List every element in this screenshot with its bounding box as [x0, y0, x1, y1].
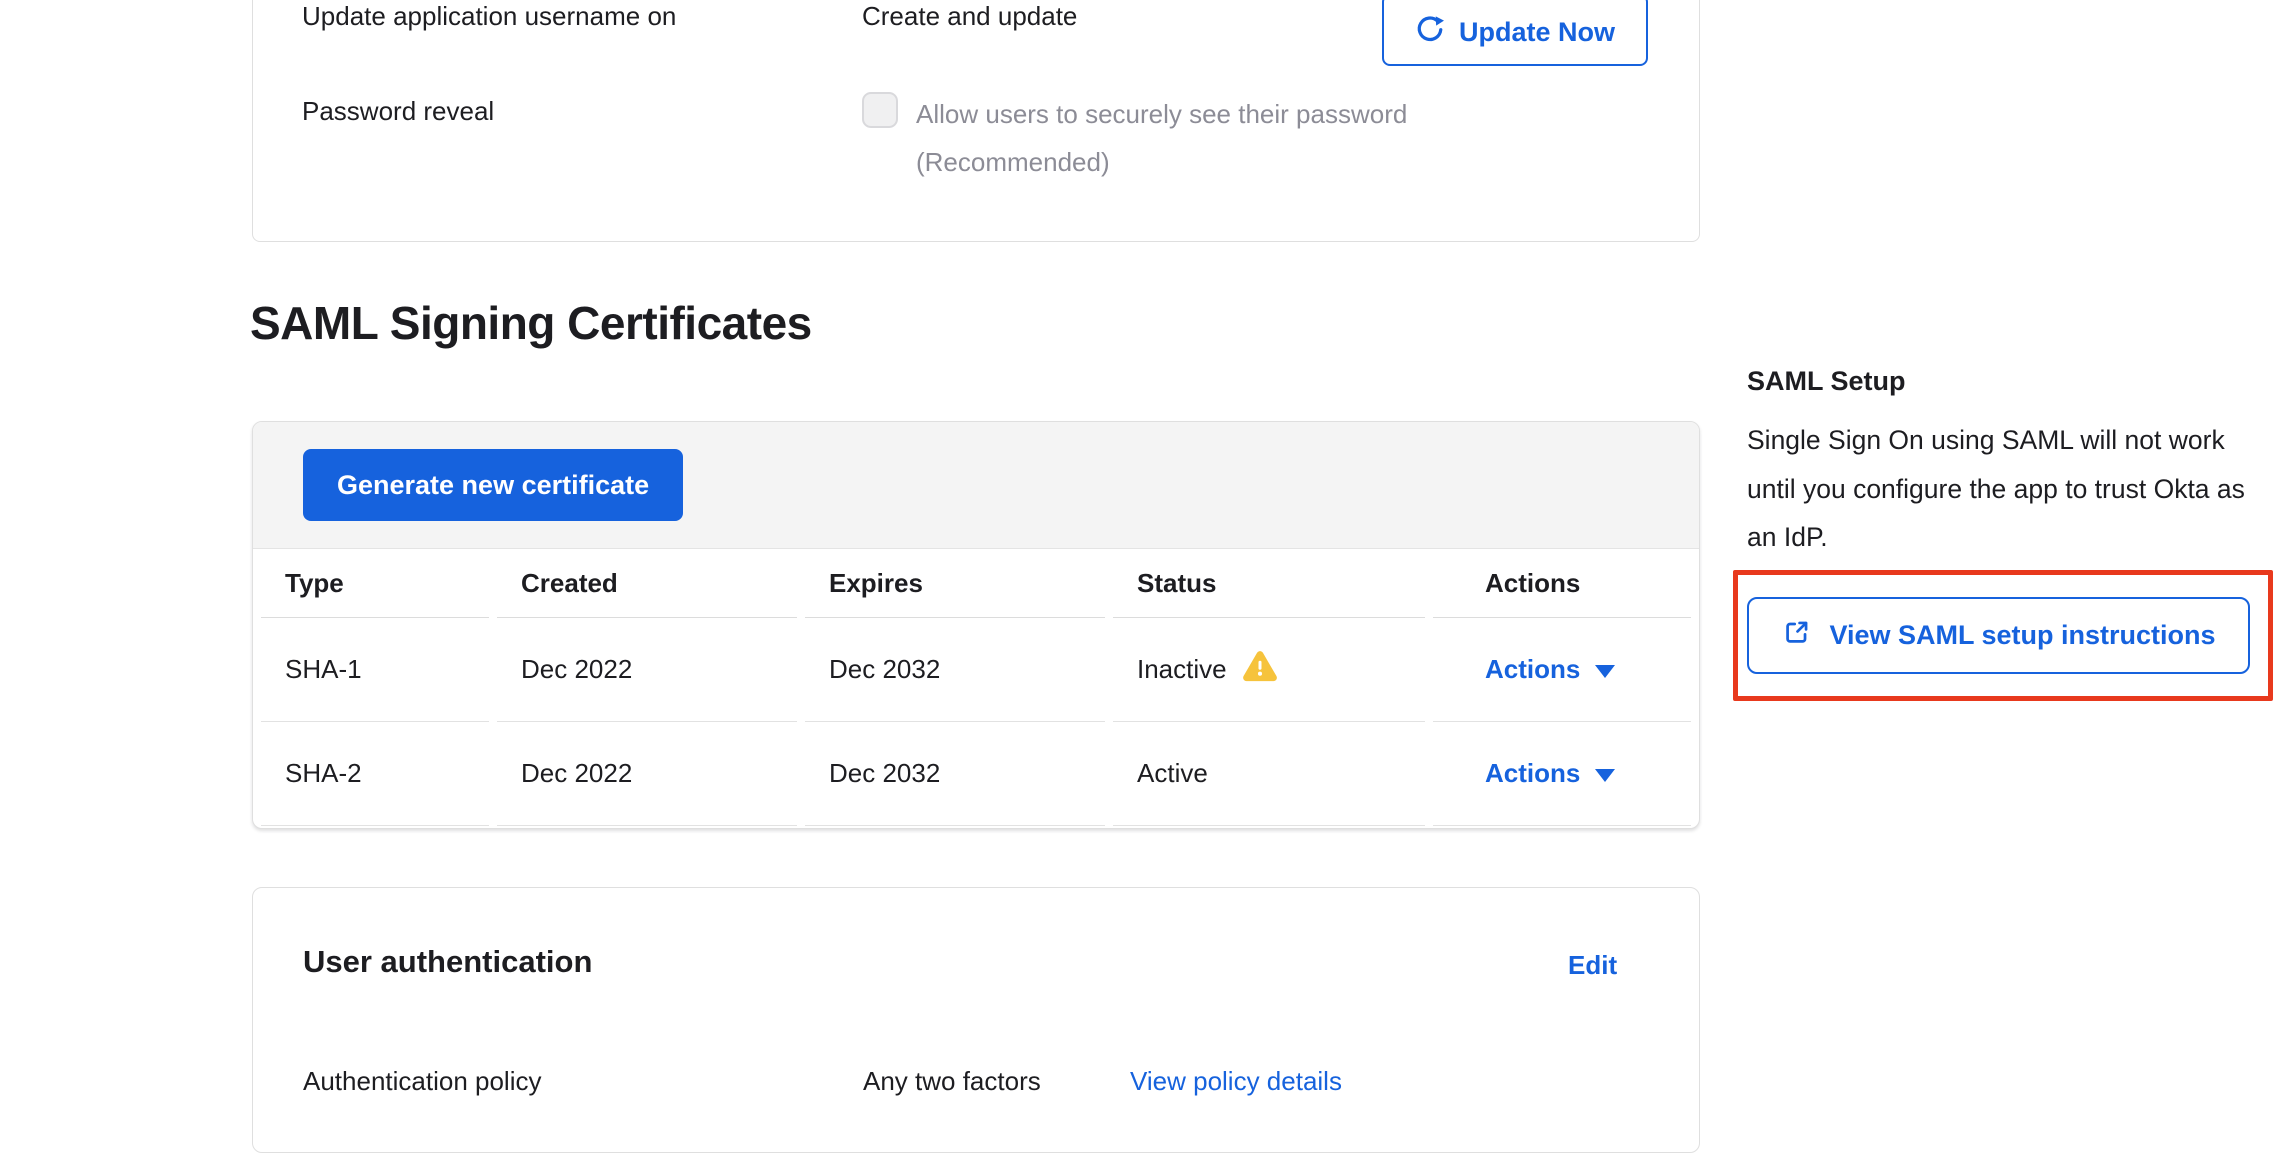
password-reveal-label: Password reveal [302, 96, 494, 127]
table-row: SHA-2 Dec 2022 Dec 2032 Active Actions [261, 722, 1691, 826]
certificates-card: Generate new certificate Type Created Ex… [252, 421, 1700, 829]
user-authentication-heading: User authentication [303, 944, 592, 980]
cert-status: Inactive [1113, 618, 1425, 722]
external-link-icon [1781, 617, 1812, 655]
actions-label: Actions [1485, 758, 1580, 789]
warning-icon [1242, 650, 1278, 690]
username-update-label: Update application username on [302, 1, 676, 32]
saml-setup-heading: SAML Setup [1747, 366, 1906, 397]
update-now-label: Update Now [1459, 17, 1615, 48]
cert-type: SHA-1 [261, 618, 489, 722]
col-header-actions: Actions [1433, 549, 1691, 618]
certificates-toolbar: Generate new certificate [253, 422, 1699, 549]
refresh-icon [1415, 14, 1445, 51]
status-text: Active [1137, 758, 1208, 789]
password-reveal-checkbox[interactable] [862, 92, 898, 128]
col-header-status: Status [1113, 549, 1425, 618]
authentication-policy-value: Any two factors [863, 1066, 1041, 1097]
status-text: Inactive [1137, 654, 1227, 685]
actions-dropdown[interactable]: Actions [1485, 758, 1615, 789]
view-saml-setup-label: View SAML setup instructions [1829, 620, 2215, 651]
saml-setup-description: Single Sign On using SAML will not work … [1747, 416, 2252, 562]
cert-type: SHA-2 [261, 722, 489, 826]
cert-expires: Dec 2032 [805, 722, 1105, 826]
edit-link[interactable]: Edit [1568, 950, 1617, 981]
table-row: SHA-1 Dec 2022 Dec 2032 Inactive [261, 618, 1691, 722]
col-header-created: Created [497, 549, 797, 618]
update-now-button[interactable]: Update Now [1382, 0, 1648, 66]
user-authentication-card: User authentication Edit Authentication … [252, 887, 1700, 1153]
view-policy-details-link[interactable]: View policy details [1130, 1066, 1342, 1097]
checkbox-label-line2: (Recommended) [916, 147, 1110, 178]
col-header-expires: Expires [805, 549, 1105, 618]
cert-expires: Dec 2032 [805, 618, 1105, 722]
cert-actions: Actions [1433, 722, 1691, 826]
authentication-policy-label: Authentication policy [303, 1066, 541, 1097]
caret-down-icon [1595, 769, 1615, 782]
actions-label: Actions [1485, 654, 1580, 685]
certificates-table: Type Created Expires Status Actions SHA-… [253, 549, 1699, 826]
generate-certificate-button[interactable]: Generate new certificate [303, 449, 683, 521]
view-saml-setup-button[interactable]: View SAML setup instructions [1747, 597, 2250, 674]
cert-created: Dec 2022 [497, 618, 797, 722]
checkbox-label-line1: Allow users to securely see their passwo… [916, 99, 1407, 130]
table-header-row: Type Created Expires Status Actions [261, 549, 1691, 618]
col-header-type: Type [261, 549, 489, 618]
username-update-value: Create and update [862, 1, 1077, 32]
caret-down-icon [1595, 665, 1615, 678]
page-title: SAML Signing Certificates [250, 296, 812, 350]
actions-dropdown[interactable]: Actions [1485, 654, 1615, 685]
cert-created: Dec 2022 [497, 722, 797, 826]
cert-actions: Actions [1433, 618, 1691, 722]
cert-status: Active [1113, 722, 1425, 826]
page: { "colors": { "primary_blue": "#1662dd",… [0, 0, 2279, 1158]
